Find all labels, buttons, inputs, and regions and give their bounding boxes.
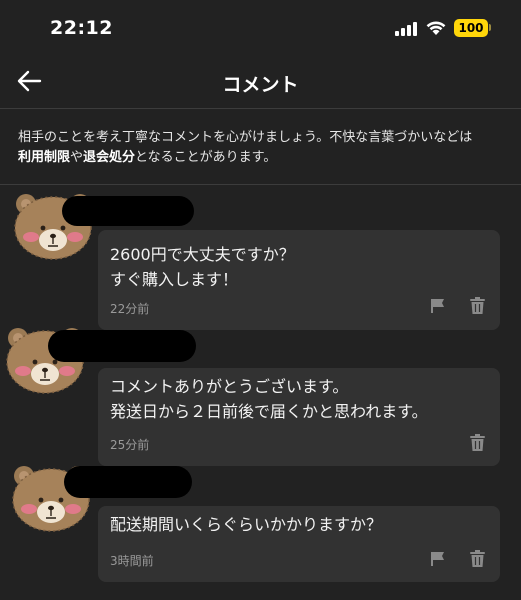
comment-line: 2600円で大丈夫ですか？ [110, 245, 295, 264]
notice-text-3: となることがあります。 [135, 150, 277, 165]
comment-bubble: 2600円で大丈夫ですか？ すぐ購入します！ 22分前 [98, 230, 500, 330]
comment-line: コメントありがとうございます。 [110, 377, 349, 396]
wifi-icon [426, 21, 446, 35]
notice-bold-account-removal: 退会処分 [83, 150, 136, 165]
comment-guideline-notice: 相手のことを考え丁寧なコメントを心がけましょう。不快な言葉づかいなどは 利用制限… [18, 128, 508, 168]
delete-trash-icon[interactable] [470, 434, 485, 451]
comment-timestamp: 3時間前 [110, 554, 154, 568]
redacted-username [64, 466, 192, 498]
comment-text: 配送期間いくらぐらいかかりますか？ [110, 512, 382, 537]
comment-text: コメントありがとうございます。 発送日から２日前後で届くかと思われます。 [110, 374, 428, 424]
notice-text-1: 相手のことを考え丁寧なコメントを心がけましょう。不快な言葉づかいなどは [18, 130, 473, 145]
nav-bar: コメント [0, 58, 521, 108]
comment-line: すぐ購入します！ [110, 270, 239, 289]
comment-bubble: 配送期間いくらぐらいかかりますか？ 3時間前 [98, 506, 500, 582]
notice-text-2: や [70, 150, 84, 165]
comment-bubble: コメントありがとうございます。 発送日から２日前後で届くかと思われます。 25分… [98, 368, 500, 466]
signal-icon [395, 22, 417, 36]
status-time: 22:12 [50, 17, 113, 39]
redacted-username [62, 196, 194, 226]
comment-line: 配送期間いくらぐらいかかりますか？ [110, 515, 383, 534]
battery-indicator: 100 [454, 19, 488, 37]
comment-timestamp: 25分前 [110, 438, 150, 452]
comment-text: 2600円で大丈夫ですか？ すぐ購入します！ [110, 242, 295, 292]
redacted-username [48, 330, 196, 362]
notice-divider [0, 184, 521, 185]
delete-trash-icon[interactable] [470, 297, 485, 314]
delete-trash-icon[interactable] [470, 550, 485, 567]
comment-timestamp: 22分前 [110, 302, 150, 316]
notice-bold-usage-restriction: 利用制限 [18, 150, 71, 165]
header-divider [0, 108, 521, 109]
report-flag-icon[interactable] [430, 298, 446, 314]
status-bar: 22:12 100 [0, 0, 521, 58]
battery-tip [489, 24, 491, 31]
comment-line: 発送日から２日前後で届くかと思われます。 [110, 402, 428, 421]
report-flag-icon[interactable] [430, 551, 446, 567]
page-title: コメント [222, 74, 299, 96]
